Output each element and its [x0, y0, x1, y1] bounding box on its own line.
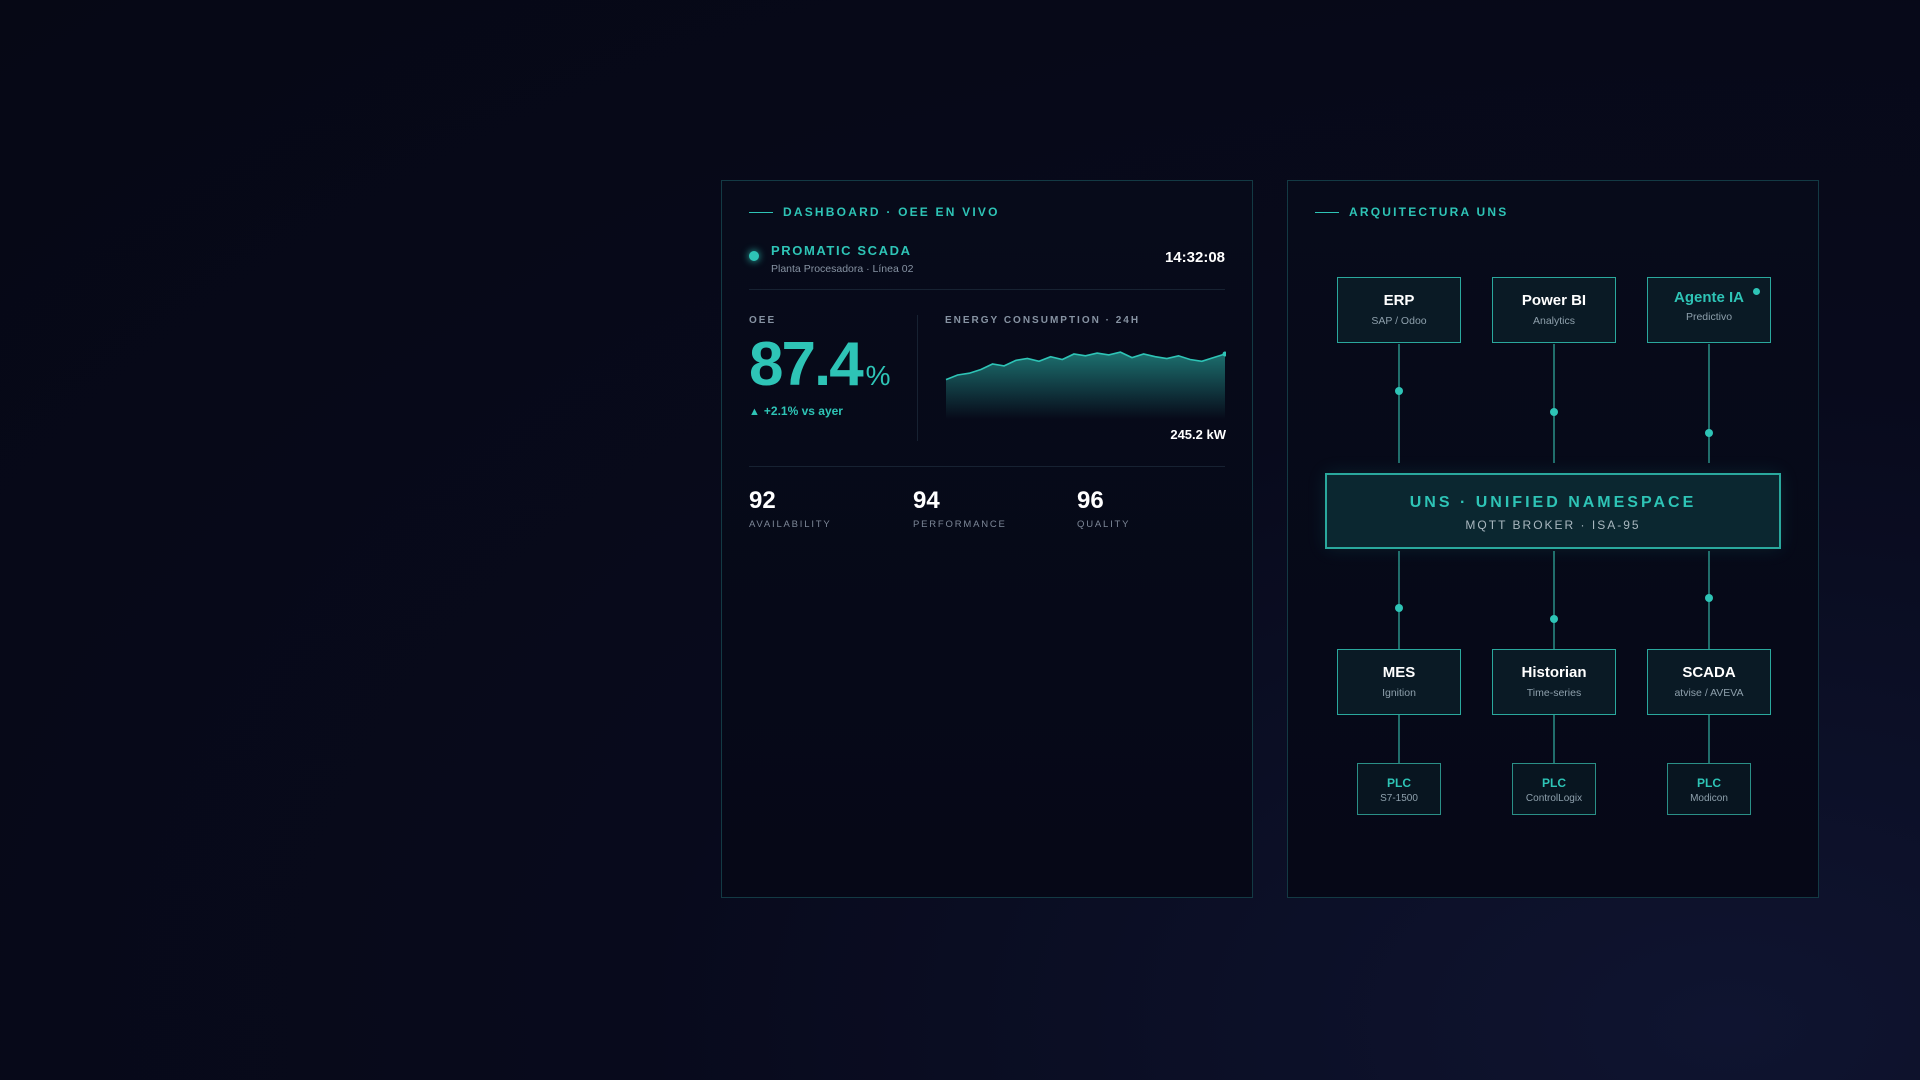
system-location: Planta Procesadora · Línea 02: [771, 263, 914, 275]
kpi-value: 92: [749, 487, 776, 514]
node-agente-ia[interactable]: Agente IA Predictivo: [1647, 277, 1771, 343]
kpi-performance: 94 PERFORMANCE: [913, 487, 1063, 530]
oee-value: 87.4: [749, 330, 864, 399]
data-packet-dot: [1550, 408, 1558, 416]
dashboard-panel: DASHBOARD · OEE EN VIVO PROMATIC SCADA P…: [721, 180, 1253, 898]
node-plc-s7[interactable]: PLC S7-1500: [1357, 763, 1441, 815]
node-subtitle: Predictivo: [1685, 311, 1733, 323]
system-status-row: PROMATIC SCADA Planta Procesadora · Líne…: [749, 243, 1225, 290]
data-packet-dot: [1395, 604, 1403, 612]
plc-title: PLC: [1387, 776, 1411, 790]
node-title: MES: [1382, 664, 1416, 681]
node-scada[interactable]: SCADA atvise / AVEVA: [1647, 649, 1771, 715]
node-title: ERP: [1383, 292, 1415, 309]
kpi-value: 96: [1077, 487, 1104, 514]
kpi-availability: 92 AVAILABILITY: [749, 487, 899, 530]
data-packet-dot: [1705, 429, 1713, 437]
plc-subtitle: Modicon: [1690, 793, 1728, 804]
kpi-label: QUALITY: [1077, 519, 1131, 530]
node-subtitle: Ignition: [1382, 687, 1416, 699]
kpi-quality: 96 QUALITY: [1077, 487, 1227, 530]
node-subtitle: atvise / AVEVA: [1674, 687, 1744, 699]
title-rule: [749, 211, 773, 213]
horizontal-divider: [749, 466, 1225, 467]
kpi-value: 94: [913, 487, 940, 514]
node-historian[interactable]: Historian Time-series: [1492, 649, 1616, 715]
status-indicator-icon: [749, 251, 759, 261]
node-title: SCADA: [1682, 664, 1736, 681]
oee-unit: %: [865, 360, 891, 391]
data-packet-dot: [1705, 594, 1713, 602]
node-mes[interactable]: MES Ignition: [1337, 649, 1461, 715]
uns-title: UNS · UNIFIED NAMESPACE: [1409, 494, 1697, 511]
oee-block: OEE 87.4% ▲ +2.1% vs ayer: [749, 315, 909, 443]
node-erp[interactable]: ERP SAP / Odoo: [1337, 277, 1461, 343]
dashboard-panel-title: DASHBOARD · OEE EN VIVO: [749, 205, 1000, 219]
node-title: Agente IA: [1673, 289, 1744, 306]
plc-title: PLC: [1542, 776, 1566, 790]
architecture-panel: ARQUITECTURA UNS ERP SAP / Odoo Power BI: [1287, 180, 1819, 898]
oee-label: OEE: [749, 315, 777, 326]
node-plc-modicon[interactable]: PLC Modicon: [1667, 763, 1751, 815]
system-name: PROMATIC SCADA: [771, 243, 912, 258]
energy-block: ENERGY CONSUMPTION · 24H 245.2 kW: [945, 315, 1226, 445]
dashboard-title-text: DASHBOARD · OEE EN VIVO: [783, 205, 1000, 219]
energy-area: [946, 352, 1225, 419]
kpi-label: AVAILABILITY: [749, 519, 832, 530]
energy-chart: [945, 351, 1226, 419]
uns-subtitle: MQTT BROKER · ISA-95: [1465, 518, 1641, 532]
node-subtitle: SAP / Odoo: [1371, 315, 1427, 327]
node-power-bi[interactable]: Power BI Analytics: [1492, 277, 1616, 343]
node-title: Historian: [1521, 664, 1587, 681]
active-status-icon: [1753, 288, 1760, 295]
data-packet-dot: [1550, 615, 1558, 623]
plc-title: PLC: [1697, 776, 1721, 790]
vertical-divider: [917, 315, 918, 441]
energy-label: ENERGY CONSUMPTION · 24H: [945, 315, 1141, 326]
node-plc-controllogix[interactable]: PLC ControlLogix: [1512, 763, 1596, 815]
node-subtitle: Analytics: [1532, 315, 1575, 327]
plc-subtitle: S7-1500: [1380, 793, 1418, 804]
data-packet-dot: [1395, 387, 1403, 395]
kpi-label: PERFORMANCE: [913, 519, 1007, 530]
live-clock: 14:32:08: [1164, 249, 1225, 266]
uns-broker-box[interactable]: UNS · UNIFIED NAMESPACE MQTT BROKER · IS…: [1325, 473, 1781, 549]
plc-subtitle: ControlLogix: [1525, 793, 1583, 804]
oee-delta-text: +2.1% vs ayer: [763, 404, 843, 418]
triangle-up-icon: ▲: [749, 406, 760, 418]
energy-current-value: 245.2 kW: [1170, 427, 1226, 442]
oee-delta: ▲ +2.1% vs ayer: [749, 404, 909, 418]
node-subtitle: Time-series: [1526, 687, 1582, 699]
node-title: Power BI: [1521, 292, 1587, 309]
